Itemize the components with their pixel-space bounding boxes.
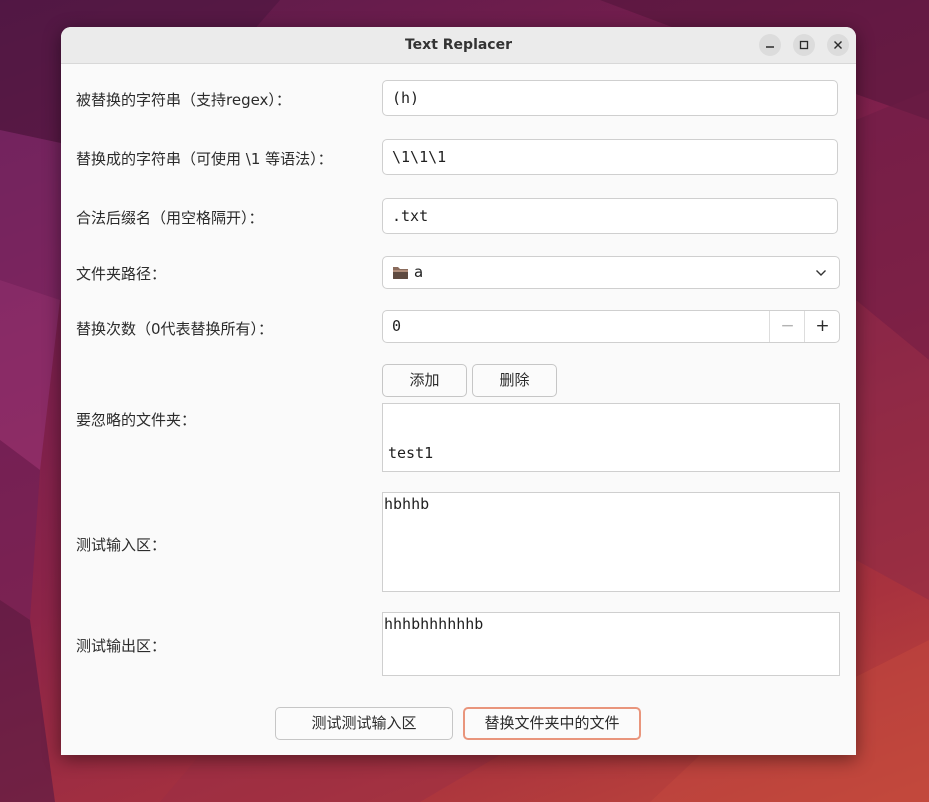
- search-pattern-input[interactable]: (h): [382, 80, 838, 116]
- title-bar: Text Replacer: [61, 27, 856, 64]
- chevron-down-icon: [816, 270, 826, 276]
- test-button[interactable]: 测试测试输入区: [275, 707, 453, 740]
- folder-path-label: 文件夹路径：: [76, 265, 167, 283]
- test-output-label: 测试输出区：: [76, 637, 167, 655]
- increment-button[interactable]: +: [804, 311, 840, 342]
- close-icon: [834, 41, 842, 49]
- ignored-folders-list[interactable]: test1: [382, 403, 840, 472]
- app-window: Text Replacer 被替换的字符串（支持regex）： (h) 替换成的…: [61, 27, 856, 755]
- list-item[interactable]: test1: [388, 444, 834, 462]
- window-title: Text Replacer: [404, 37, 513, 53]
- test-input-area[interactable]: hbhhb: [382, 492, 840, 592]
- minimize-button[interactable]: [759, 34, 781, 56]
- suffix-label: 合法后缀名（用空格隔开）：: [76, 209, 264, 227]
- desktop: Text Replacer 被替换的字符串（支持regex）： (h) 替换成的…: [0, 0, 929, 802]
- delete-ignored-folder-button[interactable]: 删除: [472, 364, 557, 397]
- search-pattern-label: 被替换的字符串（支持regex）：: [76, 91, 291, 109]
- test-input-label: 测试输入区：: [76, 536, 167, 554]
- maximize-button[interactable]: [793, 34, 815, 56]
- ignored-folders-label: 要忽略的文件夹：: [76, 411, 197, 429]
- replacement-label: 替换成的字符串（可使用 \1 等语法）：: [76, 150, 333, 168]
- replace-count-value[interactable]: 0: [392, 311, 401, 342]
- decrement-button[interactable]: −: [769, 311, 805, 342]
- minimize-icon: [766, 46, 774, 48]
- folder-chooser-value: a: [414, 263, 424, 281]
- maximize-icon: [799, 40, 809, 50]
- replace-files-button[interactable]: 替换文件夹中的文件: [463, 707, 641, 740]
- replace-count-spinner[interactable]: 0 − +: [382, 310, 840, 343]
- suffix-input[interactable]: .txt: [382, 198, 838, 234]
- test-output-area[interactable]: hhhbhhhhhhb: [382, 612, 840, 676]
- close-button[interactable]: [827, 34, 849, 56]
- folder-icon: [393, 267, 408, 279]
- folder-chooser[interactable]: a: [382, 256, 840, 289]
- replace-count-label: 替换次数（0代表替换所有）：: [76, 320, 274, 338]
- replacement-input[interactable]: \1\1\1: [382, 139, 838, 175]
- add-ignored-folder-button[interactable]: 添加: [382, 364, 467, 397]
